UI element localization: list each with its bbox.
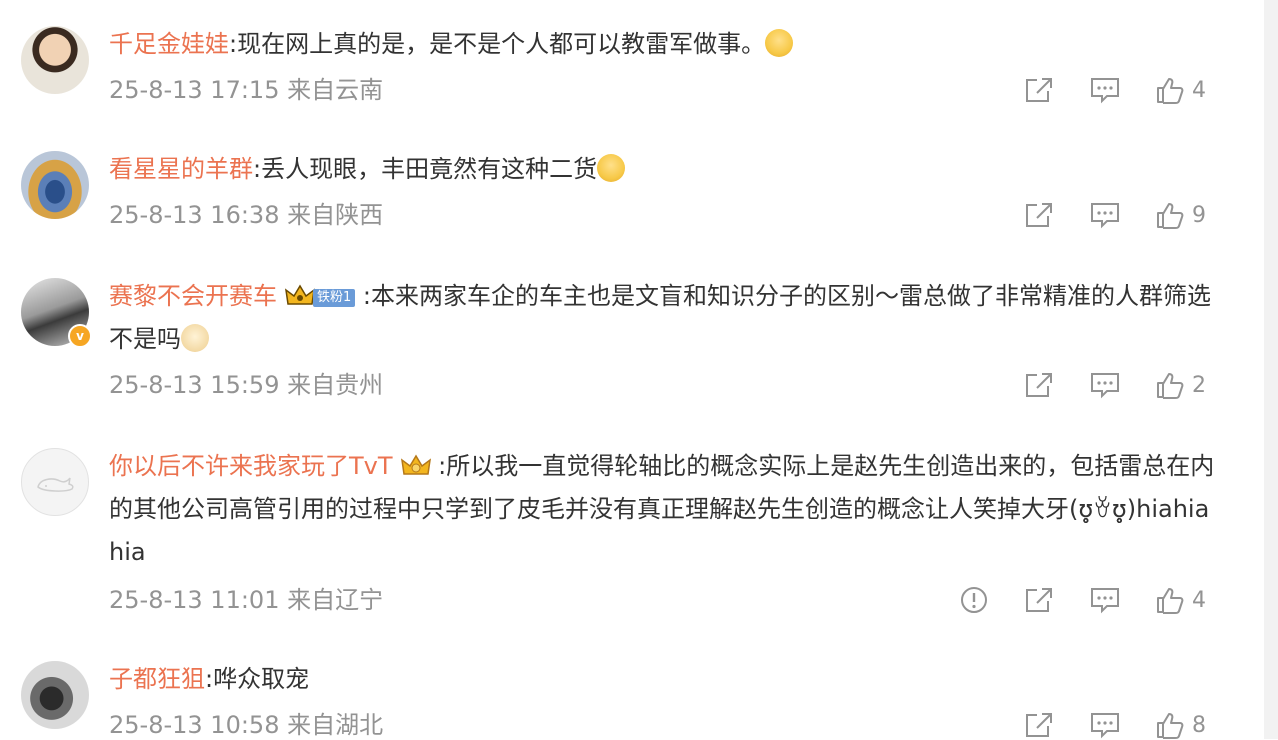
share-button[interactable] bbox=[1024, 371, 1054, 399]
comment-actions: 8 bbox=[988, 710, 1206, 740]
like-button[interactable]: 8 bbox=[1156, 711, 1206, 739]
comment-meta: 25-8-13 11:01 来自辽宁 bbox=[109, 585, 383, 615]
comment-location: 来自湖北 bbox=[287, 711, 384, 739]
comment-actions: 2 bbox=[988, 370, 1206, 400]
thumbs-up-icon bbox=[1157, 203, 1184, 229]
like-button[interactable]: 4 bbox=[1156, 586, 1206, 614]
laugh-cry-emoji bbox=[765, 29, 794, 57]
verified-badge: v bbox=[68, 324, 92, 348]
avatar[interactable] bbox=[21, 448, 89, 516]
comment-time: 25-8-13 11:01 bbox=[109, 586, 280, 614]
crown-icon bbox=[285, 284, 315, 305]
like-button[interactable]: 4 bbox=[1156, 76, 1206, 104]
comment-meta: 25-8-13 17:15 来自云南 bbox=[109, 75, 383, 105]
comment-location: 来自贵州 bbox=[287, 371, 384, 399]
username-link[interactable]: 千足金娃娃 bbox=[109, 30, 229, 58]
like-count: 9 bbox=[1192, 202, 1206, 228]
comment-icon bbox=[1091, 373, 1119, 399]
comment-text: 看星星的羊群:丢人现眼，丰田竟然有这种二货 bbox=[109, 148, 1219, 191]
comment-time: 25-8-13 15:59 bbox=[109, 371, 280, 399]
like-count: 2 bbox=[1192, 372, 1206, 398]
thumbs-up-icon bbox=[1157, 78, 1184, 104]
username-link[interactable]: 看星星的羊群 bbox=[109, 155, 253, 183]
share-button[interactable] bbox=[1024, 586, 1054, 614]
share-icon bbox=[1026, 713, 1052, 737]
share-icon bbox=[1026, 588, 1052, 612]
crown-icon bbox=[400, 454, 431, 475]
comment-actions: 4 bbox=[988, 75, 1206, 105]
comment-meta: 25-8-13 15:59 来自贵州 bbox=[109, 370, 383, 400]
warning-icon bbox=[961, 587, 987, 613]
whale-icon bbox=[37, 477, 74, 492]
like-count: 4 bbox=[1192, 587, 1206, 613]
comment-body: :现在网上真的是，是不是个人都可以教雷军做事。 bbox=[229, 30, 766, 58]
comment-location: 来自陕西 bbox=[287, 201, 384, 229]
comment-meta: 25-8-13 16:38 来自陕西 bbox=[109, 200, 383, 230]
comment-text: 你以后不许来我家玩了TvT :所以我一直觉得轮轴比的概念实际上是赵先生创造出来的… bbox=[109, 445, 1219, 574]
like-count: 4 bbox=[1192, 77, 1206, 103]
comment-icon bbox=[1091, 203, 1119, 229]
comment-body: :丢人现眼，丰田竟然有这种二货 bbox=[253, 155, 598, 183]
avatar[interactable] bbox=[21, 151, 89, 219]
comment-text: 子都狂狙:哗众取宠 bbox=[109, 658, 1219, 701]
like-count: 8 bbox=[1192, 712, 1206, 738]
share-icon bbox=[1026, 373, 1052, 397]
comment-icon bbox=[1091, 588, 1119, 614]
reply-button[interactable] bbox=[1090, 201, 1120, 229]
thumbs-up-icon bbox=[1157, 588, 1184, 614]
comment-text: 赛黎不会开赛车 铁粉1 :本来两家车企的车主也是文盲和知识分子的区别～雷总做了非常… bbox=[109, 275, 1219, 361]
comment-actions: 9 bbox=[988, 200, 1206, 230]
reply-button[interactable] bbox=[1090, 586, 1120, 614]
comment-location: 来自云南 bbox=[287, 76, 384, 104]
comment-time: 25-8-13 10:58 bbox=[109, 711, 280, 739]
reply-button[interactable] bbox=[1090, 76, 1120, 104]
comment-time: 25-8-13 17:15 bbox=[109, 76, 280, 104]
share-icon bbox=[1026, 203, 1052, 227]
laugh-cry-emoji bbox=[597, 154, 626, 182]
fan-level-badge: 铁粉1 bbox=[313, 289, 356, 307]
username-link[interactable]: 你以后不许来我家玩了TvT bbox=[109, 452, 393, 480]
comment-icon bbox=[1091, 78, 1119, 104]
share-button[interactable] bbox=[1024, 711, 1054, 739]
comment-actions: 4 bbox=[924, 585, 1206, 615]
reply-button[interactable] bbox=[1090, 711, 1120, 739]
comment-time: 25-8-13 16:38 bbox=[109, 201, 280, 229]
avatar[interactable] bbox=[21, 661, 89, 729]
reply-button[interactable] bbox=[1090, 371, 1120, 399]
share-button[interactable] bbox=[1024, 201, 1054, 229]
comment-body: :哗众取宠 bbox=[205, 665, 310, 693]
comment-location: 来自辽宁 bbox=[287, 586, 384, 614]
username-link[interactable]: 子都狂狙 bbox=[109, 665, 205, 693]
like-button[interactable]: 9 bbox=[1156, 201, 1206, 229]
share-icon bbox=[1026, 78, 1052, 102]
comment-text: 千足金娃娃:现在网上真的是，是不是个人都可以教雷军做事。 bbox=[109, 23, 1219, 66]
like-button[interactable]: 2 bbox=[1156, 371, 1206, 399]
avatar[interactable] bbox=[21, 26, 89, 94]
report-button[interactable] bbox=[960, 586, 988, 614]
comment-icon bbox=[1091, 713, 1119, 739]
thumbs-up-icon bbox=[1157, 373, 1184, 399]
doge-emoji bbox=[181, 324, 209, 352]
share-button[interactable] bbox=[1024, 76, 1054, 104]
scrollbar-track[interactable] bbox=[1264, 0, 1278, 739]
comment-meta: 25-8-13 10:58 来自湖北 bbox=[109, 710, 383, 740]
thumbs-up-icon bbox=[1157, 713, 1184, 739]
username-link[interactable]: 赛黎不会开赛车 bbox=[109, 282, 277, 310]
